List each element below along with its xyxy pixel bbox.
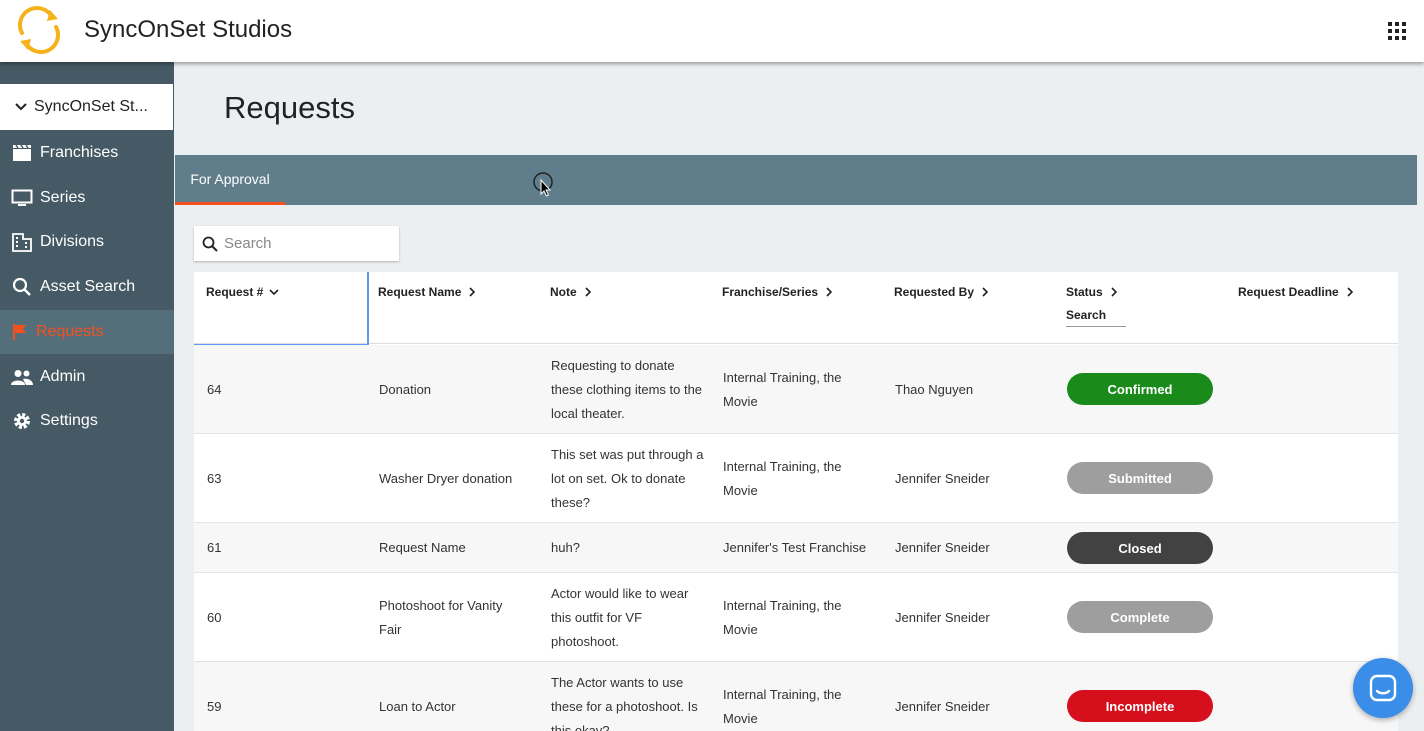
sidebar-item-franchises[interactable]: Franchises	[0, 131, 174, 175]
table-row[interactable]: 61 Request Name huh? Jennifer's Test Fra…	[194, 523, 1398, 573]
chat-icon	[1369, 674, 1397, 702]
cell-request-number: 59	[207, 698, 222, 714]
chevron-down-icon	[269, 289, 279, 296]
cell-note: The Actor wants to use these for a photo…	[551, 674, 698, 731]
search-box	[194, 226, 399, 261]
chevron-right-icon	[826, 287, 833, 297]
cell-request-number: 63	[207, 470, 222, 486]
gear-icon	[11, 410, 33, 432]
flag-icon	[11, 321, 29, 343]
chevron-right-icon	[1347, 287, 1353, 297]
cell-note: Actor would like to wear this outfit for…	[551, 585, 689, 649]
search-input[interactable]	[224, 235, 394, 252]
table-row[interactable]: 64 Donation Requesting to donate these c…	[194, 345, 1398, 434]
cell-franchise-series: Jennifer's Test Franchise	[723, 540, 867, 555]
sidebar-item-asset-search[interactable]: Asset Search	[0, 265, 174, 309]
cell-note: huh?	[551, 540, 580, 555]
chevron-right-icon	[982, 287, 989, 297]
sidebar-item-label: Series	[40, 189, 86, 206]
column-header-requested-by[interactable]: Requested By	[894, 285, 990, 299]
cell-requested-by: Jennifer Sneider	[895, 540, 990, 555]
sidebar-item-settings[interactable]: Settings	[0, 399, 174, 443]
cell-request-number: 61	[207, 540, 222, 555]
sidebar: SyncOnSet St... Franchises Series Divisi…	[0, 62, 174, 731]
cell-request-deadline	[1239, 345, 1389, 434]
column-header-note[interactable]: Note	[550, 285, 593, 299]
table-header: Request # Request Name Note Franchise/Se…	[194, 272, 1398, 346]
chevron-right-icon	[469, 287, 476, 297]
sidebar-item-series[interactable]: Series	[0, 176, 174, 220]
monitor-icon	[11, 187, 33, 209]
cell-franchise-series: Internal Training, the Movie	[723, 597, 842, 637]
sync-logo-icon[interactable]	[14, 5, 64, 55]
status-badge[interactable]: Complete	[1067, 601, 1213, 633]
sidebar-item-divisions[interactable]: Divisions	[0, 220, 174, 264]
people-icon	[11, 366, 33, 388]
table-row[interactable]: 60 Photoshoot for Vanity Fair Actor woul…	[194, 573, 1398, 662]
cell-requested-by: Jennifer Sneider	[895, 609, 990, 625]
status-badge[interactable]: Incomplete	[1067, 690, 1213, 722]
cell-request-name: Request Name	[379, 540, 466, 555]
sidebar-item-label: Asset Search	[40, 278, 136, 295]
sidebar-item-label: Admin	[40, 368, 86, 385]
cell-request-name: Washer Dryer donation	[379, 470, 513, 486]
status-badge[interactable]: Closed	[1067, 532, 1213, 564]
chevron-right-icon	[1111, 287, 1117, 297]
column-header-request-name[interactable]: Request Name	[378, 285, 477, 299]
status-badge[interactable]: Confirmed	[1067, 373, 1213, 405]
cell-requested-by: Thao Nguyen	[895, 381, 974, 397]
cell-note: Requesting to donate these clothing item…	[551, 357, 703, 421]
column-header-request-deadline[interactable]: Request Deadline	[1238, 285, 1355, 299]
chevron-down-icon	[15, 103, 27, 111]
search-icon	[11, 276, 33, 298]
cell-request-name: Loan to Actor	[379, 698, 456, 714]
sidebar-item-label: Divisions	[40, 233, 105, 250]
requests-table: Request # Request Name Note Franchise/Se…	[194, 272, 1398, 731]
app-title: SyncOnSet Studios	[84, 16, 293, 43]
page-title: Requests	[224, 90, 355, 125]
mouse-cursor-icon	[533, 172, 553, 197]
sidebar-item-label: Franchises	[40, 144, 119, 161]
focus-outline	[194, 272, 369, 346]
cell-request-number: 60	[207, 609, 222, 625]
cell-request-name: Photoshoot for Vanity Fair	[379, 597, 503, 637]
column-header-request-number[interactable]: Request #	[206, 285, 279, 299]
sidebar-item-label: Settings	[40, 412, 98, 429]
sidebar-item-admin[interactable]: Admin	[0, 355, 174, 399]
table-row[interactable]: 59 Loan to Actor The Actor wants to use …	[194, 662, 1398, 731]
sidebar-item-label: Requests	[36, 323, 104, 340]
clapperboard-icon	[11, 142, 33, 164]
apps-grid-icon[interactable]	[1388, 22, 1406, 40]
table-row[interactable]: 63 Washer Dryer donation This set was pu…	[194, 434, 1398, 523]
tab-for-approval[interactable]: For Approval	[175, 155, 285, 205]
chevron-right-icon	[585, 287, 591, 297]
status-badge[interactable]: Submitted	[1067, 462, 1213, 494]
sidebar-item-requests[interactable]: Requests	[0, 310, 174, 354]
cell-requested-by: Jennifer Sneider	[895, 470, 990, 486]
studio-selector[interactable]: SyncOnSet St...	[0, 84, 173, 130]
cell-franchise-series: Internal Training, the Movie	[723, 686, 842, 726]
status-filter-input[interactable]: Search	[1066, 308, 1126, 327]
cell-request-deadline	[1239, 573, 1389, 662]
column-header-franchise-series[interactable]: Franchise/Series	[722, 285, 834, 299]
cell-request-number: 64	[207, 381, 222, 397]
cell-request-name: Donation	[379, 381, 432, 397]
cell-note: This set was put through a lot on set. O…	[551, 446, 704, 510]
cell-franchise-series: Internal Training, the Movie	[723, 458, 842, 498]
top-bar: SyncOnSet Studios	[0, 0, 1424, 62]
cell-request-deadline	[1239, 434, 1389, 523]
cell-franchise-series: Internal Training, the Movie	[723, 369, 842, 409]
chat-launcher-button[interactable]	[1353, 658, 1413, 718]
studio-selector-label: SyncOnSet St...	[34, 98, 148, 115]
cell-requested-by: Jennifer Sneider	[895, 698, 990, 714]
search-icon	[202, 236, 218, 252]
column-header-status[interactable]: Status	[1066, 285, 1119, 299]
building-icon	[11, 231, 33, 253]
cell-request-deadline	[1239, 523, 1389, 573]
tab-bar: For Approval	[175, 155, 1417, 205]
